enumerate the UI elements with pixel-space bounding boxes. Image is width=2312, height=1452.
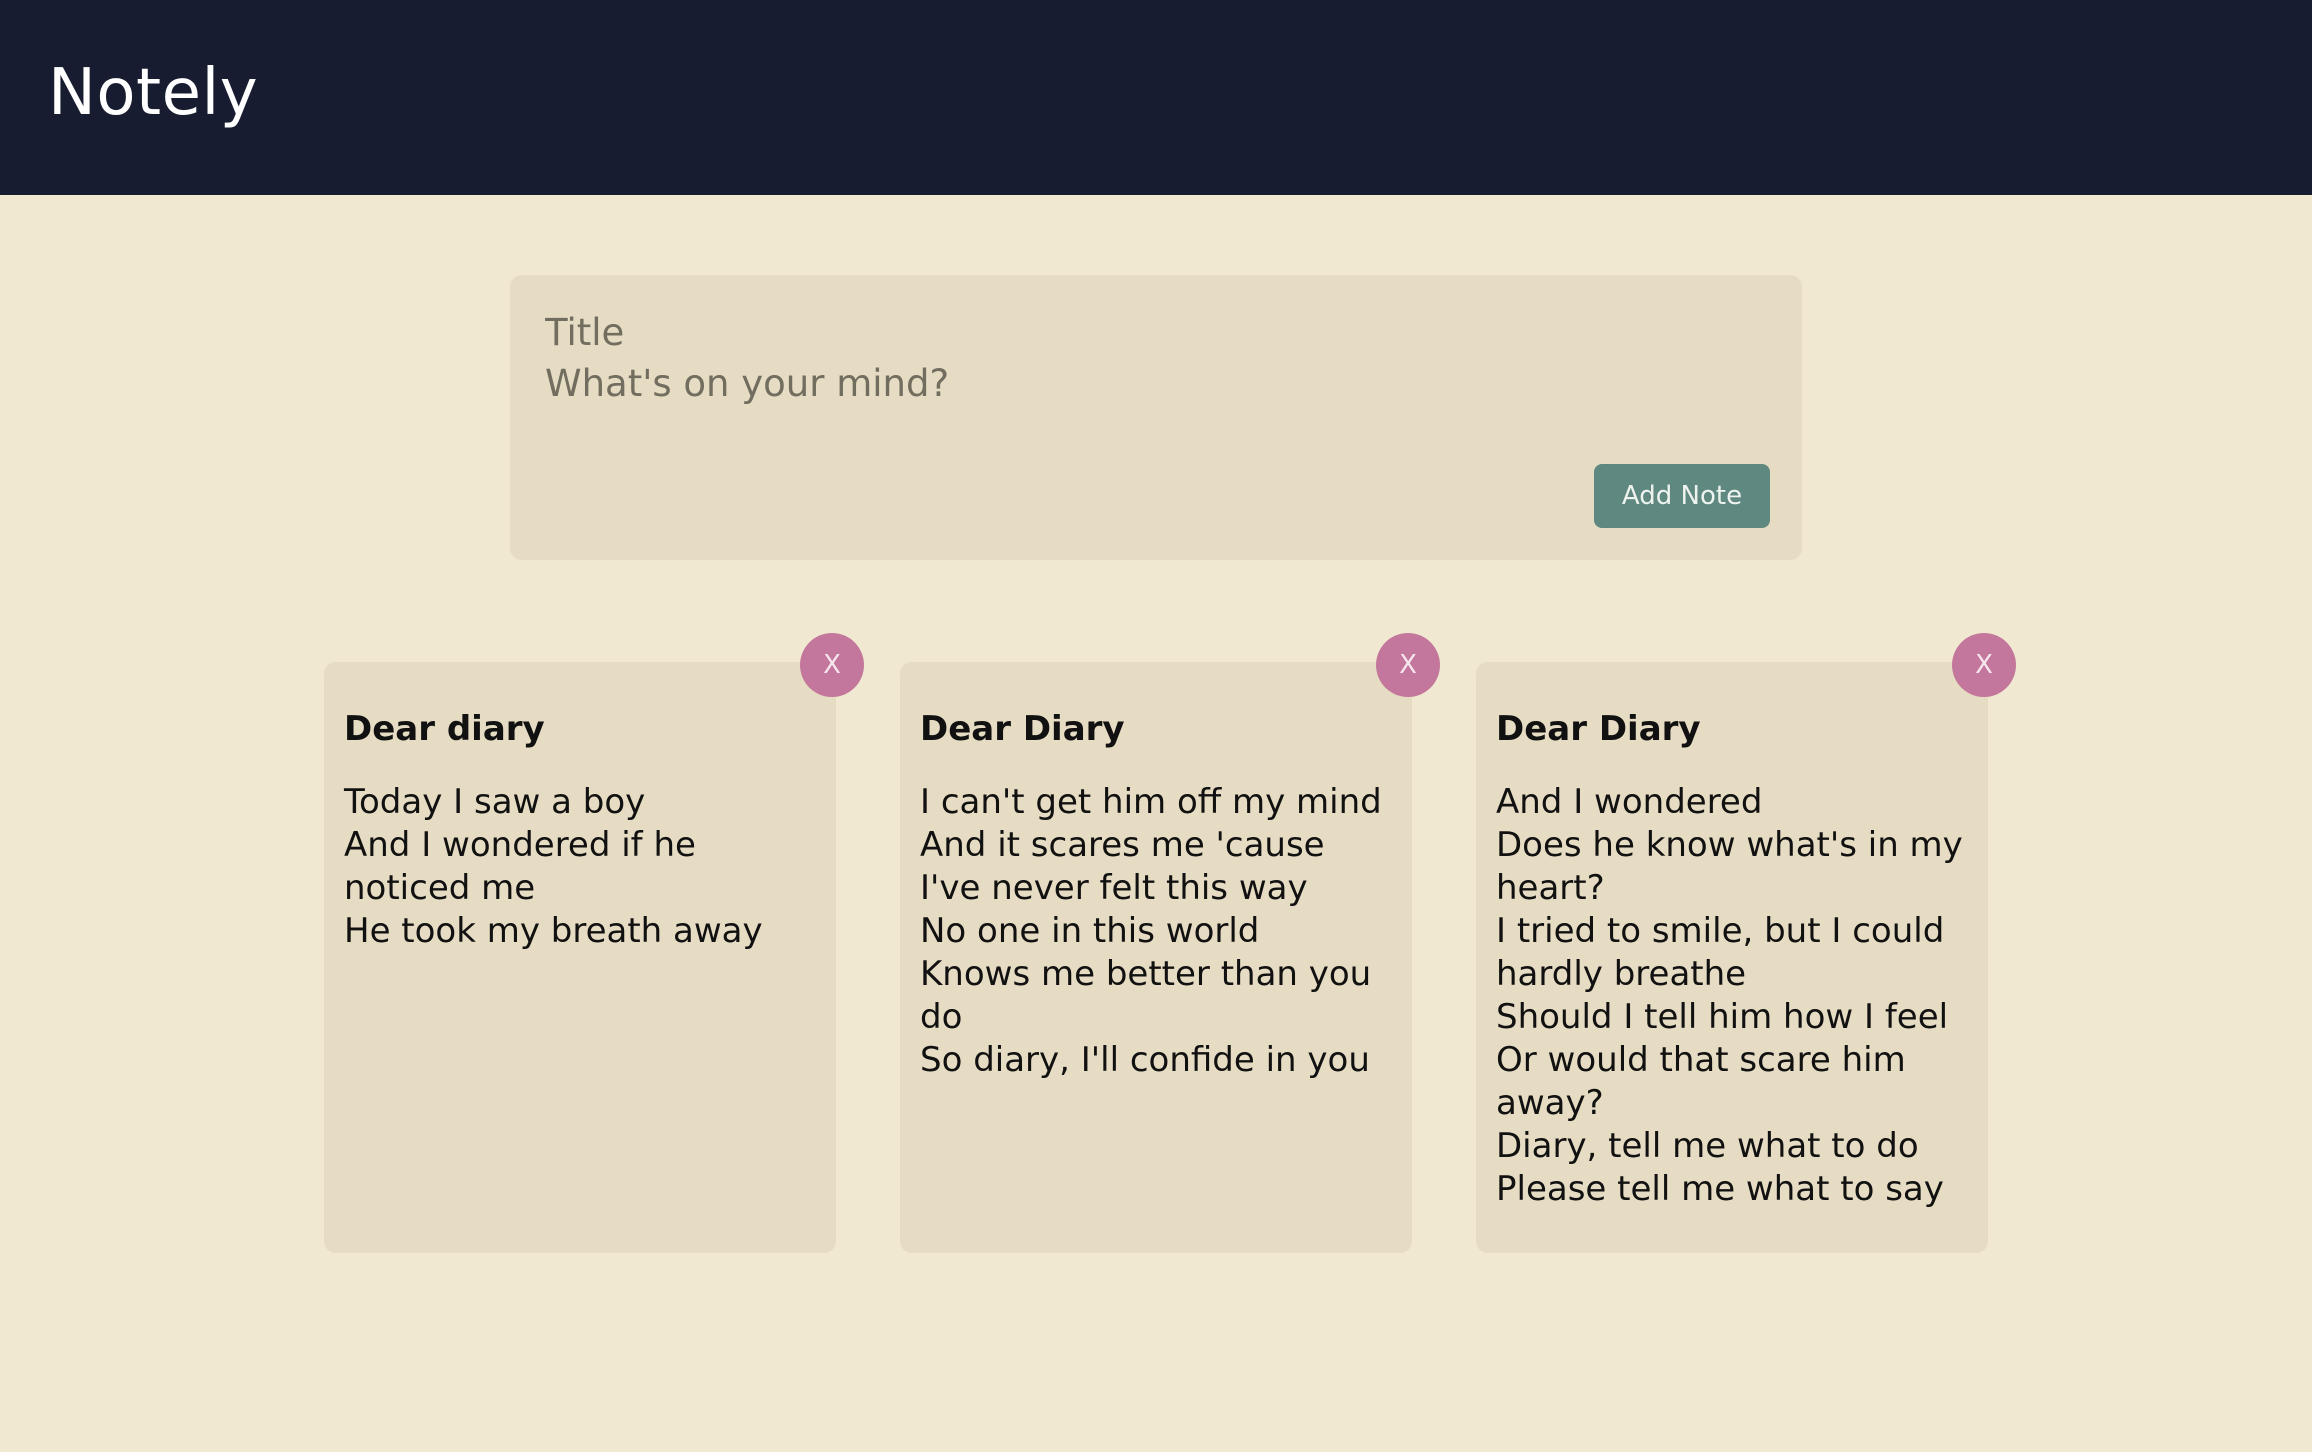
note-body: I can't get him off my mind And it scare…	[920, 782, 1382, 1081]
note-card: Dear Diary And I wondered Does he know w…	[1476, 633, 2016, 1253]
note-title: Dear diary	[344, 709, 545, 749]
app-header: Notely	[0, 0, 2312, 195]
note-title: Dear Diary	[1496, 709, 1701, 749]
note-body-input[interactable]	[545, 362, 1545, 432]
app-title: Notely	[48, 56, 259, 130]
delete-note-button[interactable]: X	[1952, 633, 2016, 697]
delete-note-button[interactable]: X	[800, 633, 864, 697]
note-body: And I wondered Does he know what's in my…	[1496, 782, 1963, 1210]
delete-note-button[interactable]: X	[1376, 633, 1440, 697]
note-title: Dear Diary	[920, 709, 1125, 749]
note-composer: Add Note	[510, 275, 1802, 560]
note-card: Dear diary Today I saw a boy And I wonde…	[324, 633, 864, 1253]
add-note-button[interactable]: Add Note	[1594, 464, 1770, 528]
title-input[interactable]	[545, 307, 1745, 357]
note-body: Today I saw a boy And I wondered if he n…	[344, 782, 763, 952]
note-card: Dear Diary I can't get him off my mind A…	[900, 633, 1440, 1253]
